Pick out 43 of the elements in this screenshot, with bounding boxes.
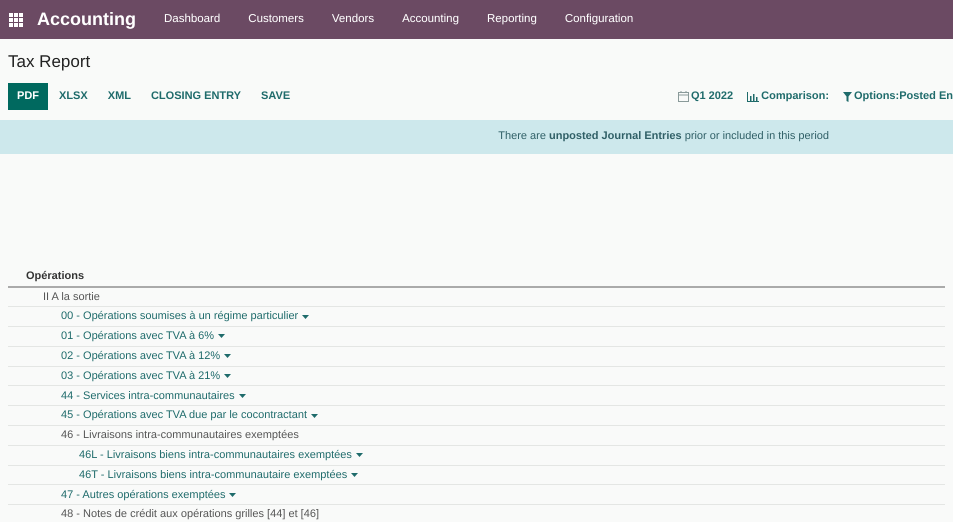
filter-button[interactable]: Q1 2022 [678, 88, 734, 105]
caret-down-icon [351, 473, 358, 478]
menu-item[interactable]: Accounting [388, 10, 473, 28]
menu-item[interactable]: Customers [234, 10, 318, 28]
alert-message: There are unposted Journal Entries prior or included in this period [498, 129, 829, 144]
bar-chart-icon [747, 92, 760, 102]
filter-button[interactable]: Comparison: [747, 88, 829, 105]
column-header: Opérations [8, 268, 945, 288]
filter-button[interactable]: Options:Posted En [843, 88, 953, 105]
funnel-icon [843, 92, 852, 102]
report-line-link[interactable]: 45 - Opérations avec TVA due par le cocontractant [61, 407, 318, 424]
caret-down-icon [311, 414, 318, 418]
caret-down-icon [224, 374, 232, 378]
report-line-link[interactable]: 46L - Livraisons biens intra-communautaires exemptées [79, 447, 363, 464]
caret-down-icon [229, 492, 236, 497]
toolbar-button[interactable]: SAVE [252, 83, 300, 110]
toolbar-button[interactable]: CLOSING ENTRY [142, 83, 250, 110]
app-name: Accounting [37, 8, 136, 31]
report-line-link[interactable]: 47 - Autres opérations exemptées [61, 486, 236, 504]
page-title: Tax Report [8, 51, 92, 73]
menu-item[interactable]: Reporting [472, 10, 551, 28]
menu-item[interactable]: Configuration [550, 10, 648, 28]
caret-down-icon [302, 314, 310, 319]
apps-menu-icon[interactable] [9, 12, 23, 26]
report-line-link[interactable]: 01 - Opérations avec TVA à 6% [61, 328, 226, 345]
caret-down-icon [238, 394, 246, 398]
caret-down-icon [218, 334, 226, 338]
calendar-icon [678, 91, 689, 102]
caret-down-icon [224, 354, 232, 358]
toolbar-button[interactable]: XLSX [50, 83, 97, 110]
report-line-label: 48 - Notes de crédit aux opérations grilles [44] et [46] [61, 507, 320, 522]
toolbar-button[interactable]: XML [98, 83, 140, 110]
caret-down-icon [356, 453, 363, 458]
report-line-link[interactable]: 46T - Livraisons biens intra-communautaire exemptées [79, 466, 358, 484]
report-line-label: 46 - Livraisons intra-communautaires exemptées [61, 428, 299, 444]
report-line-link[interactable]: 44 - Services intra-communautaires [61, 388, 246, 404]
report-line-link[interactable]: 00 - Opérations soumises à un régime particulier [61, 308, 310, 325]
menu-item[interactable]: Dashboard [150, 10, 234, 28]
report-line-link[interactable]: 03 - Opérations avec TVA à 21% [61, 368, 232, 384]
menu-item[interactable]: Vendors [318, 10, 388, 28]
toolbar-button[interactable]: PDF [8, 83, 48, 110]
report-line-link[interactable]: 02 - Opérations avec TVA à 12% [61, 348, 232, 365]
report-line-label: II A la sortie [43, 290, 100, 305]
